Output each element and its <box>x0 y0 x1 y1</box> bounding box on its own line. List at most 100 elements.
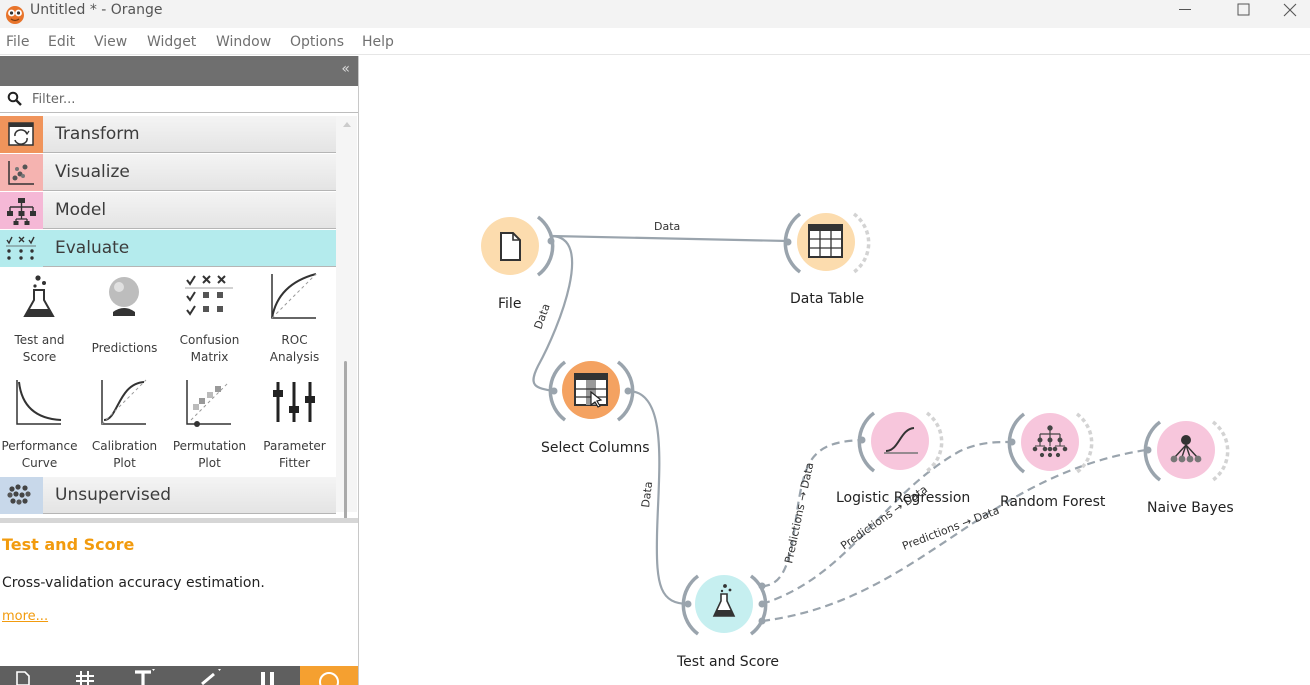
performance-curve-icon <box>16 380 62 425</box>
confusion-matrix-icon <box>185 275 233 316</box>
widget-label-line-2: Fitter <box>278 456 311 470</box>
pause-icon[interactable] <box>258 669 278 685</box>
menu-widget[interactable]: Widget <box>147 34 196 50</box>
node-label: File <box>498 296 522 312</box>
node-label: Select Columns <box>541 440 650 456</box>
widget-label-line-1: Calibration <box>91 439 158 453</box>
category-label: Evaluate <box>55 238 130 258</box>
menu-bar: File Edit View Widget Window Options Hel… <box>0 28 1310 55</box>
maximize-icon <box>1237 3 1250 16</box>
widget-parameter-fitter[interactable]: Parameter Fitter <box>252 376 337 481</box>
evaluate-matrix-icon <box>0 230 43 267</box>
select-columns-icon <box>574 373 608 408</box>
widget-label-line-2: Plot <box>198 456 221 470</box>
category-unsupervised[interactable]: Unsupervised <box>0 477 336 514</box>
search-icon <box>7 91 22 106</box>
node-label: Data Table <box>790 291 865 307</box>
menu-options[interactable]: Options <box>290 34 344 50</box>
scatter-plot-icon <box>0 154 43 191</box>
widget-toolbox: « Transform <box>0 56 359 685</box>
toolbox-header: « <box>0 56 358 86</box>
close-icon <box>1283 3 1297 17</box>
link-test-and-score-logistic-regression[interactable] <box>761 438 863 588</box>
link-label: Data <box>639 481 655 509</box>
node-select-columns[interactable] <box>544 353 640 433</box>
scroll-up-icon <box>343 122 351 127</box>
widget-label-line-1: Parameter <box>263 439 326 453</box>
node-label: Naive Bayes <box>1147 500 1234 516</box>
file-icon <box>500 232 521 261</box>
widget-calibration-plot[interactable]: Calibration Plot <box>82 376 167 481</box>
widget-label-line-2: Analysis <box>269 350 320 364</box>
maximize-button[interactable] <box>1220 0 1266 28</box>
widget-label-line-1: Predictions <box>91 341 158 355</box>
collapse-toolbox-button[interactable]: « <box>341 61 350 77</box>
category-transform[interactable]: Transform <box>0 116 336 153</box>
crystal-ball-icon <box>109 277 139 316</box>
menu-edit[interactable]: Edit <box>48 34 75 50</box>
transform-icon <box>0 116 43 153</box>
minimize-icon <box>1179 9 1191 10</box>
widget-predictions[interactable]: Predictions <box>82 270 167 375</box>
widget-test-and-score[interactable]: Test and Score <box>0 270 82 375</box>
calibration-plot-icon <box>101 379 147 425</box>
menu-file[interactable]: File <box>6 34 29 50</box>
widget-permutation-plot[interactable]: Permutation Plot <box>167 376 252 481</box>
node-naive-bayes[interactable] <box>1136 413 1232 493</box>
node-data-table[interactable] <box>780 204 876 284</box>
category-label: Visualize <box>55 162 130 182</box>
help-button[interactable] <box>300 666 358 685</box>
filter-box <box>0 86 358 113</box>
node-file[interactable] <box>472 204 568 284</box>
menu-view[interactable]: View <box>94 34 127 50</box>
text-annotation-icon[interactable] <box>132 668 156 685</box>
widget-label-line-1: Test and <box>14 333 65 347</box>
node-logistic-regression[interactable] <box>854 404 950 484</box>
category-visualize[interactable]: Visualize <box>0 154 336 191</box>
toolbox-scrollbar[interactable] <box>336 116 357 551</box>
table-icon <box>808 224 843 258</box>
permutation-plot-icon <box>186 380 231 427</box>
widget-confusion-matrix[interactable]: Confusion Matrix <box>167 270 252 375</box>
widget-label-line-1: ROC <box>281 333 308 347</box>
node-random-forest[interactable] <box>1000 406 1096 486</box>
category-label: Unsupervised <box>55 485 171 505</box>
help-icon <box>319 672 339 685</box>
widget-label-line-1: Permutation <box>172 439 247 453</box>
category-label: Model <box>55 200 107 220</box>
workflow-links-layer: Data Data Data Predictions → Data Predic… <box>532 220 1147 623</box>
filter-input[interactable] <box>32 90 332 109</box>
new-document-icon[interactable] <box>14 670 34 685</box>
widget-description-panel: Test and Score Cross-validation accuracy… <box>0 518 358 666</box>
orange-logo-icon <box>6 6 24 24</box>
bottom-toolbar <box>0 666 358 685</box>
close-button[interactable] <box>1278 0 1310 28</box>
category-model[interactable]: Model <box>0 192 336 229</box>
grid-icon[interactable] <box>74 669 96 685</box>
link-file-data-table[interactable] <box>550 234 789 243</box>
arrow-annotation-icon[interactable] <box>198 668 222 685</box>
widget-label-line-2: Plot <box>113 456 136 470</box>
widget-label-line-2: Score <box>22 350 57 364</box>
link-label: Predictions → Data <box>900 504 1001 553</box>
workflow-canvas[interactable]: Data Data Data Predictions → Data Predic… <box>360 56 1310 685</box>
widget-label-line-1: Confusion <box>179 333 240 347</box>
parameter-sliders-icon <box>273 382 315 422</box>
node-test-and-score[interactable] <box>678 566 774 646</box>
more-link[interactable]: more... <box>2 609 48 624</box>
link-label: Data <box>532 302 553 331</box>
link-label: Predictions → Data <box>782 461 816 564</box>
minimize-button[interactable] <box>1162 0 1208 28</box>
window-title: Untitled * - Orange <box>30 2 163 18</box>
node-label: Test and Score <box>677 654 780 670</box>
widget-label-line-1: Performance <box>1 439 78 453</box>
widget-performance-curve[interactable]: Performance Curve <box>0 376 82 481</box>
menu-window[interactable]: Window <box>216 34 271 50</box>
flask-icon <box>23 275 55 317</box>
category-evaluate[interactable]: Evaluate <box>0 230 336 267</box>
widget-roc-analysis[interactable]: ROC Analysis <box>252 270 337 375</box>
tree-model-icon <box>0 192 43 229</box>
menu-help[interactable]: Help <box>362 34 394 50</box>
node-label: Logistic Regression <box>836 490 971 506</box>
link-label: Data <box>654 220 680 233</box>
